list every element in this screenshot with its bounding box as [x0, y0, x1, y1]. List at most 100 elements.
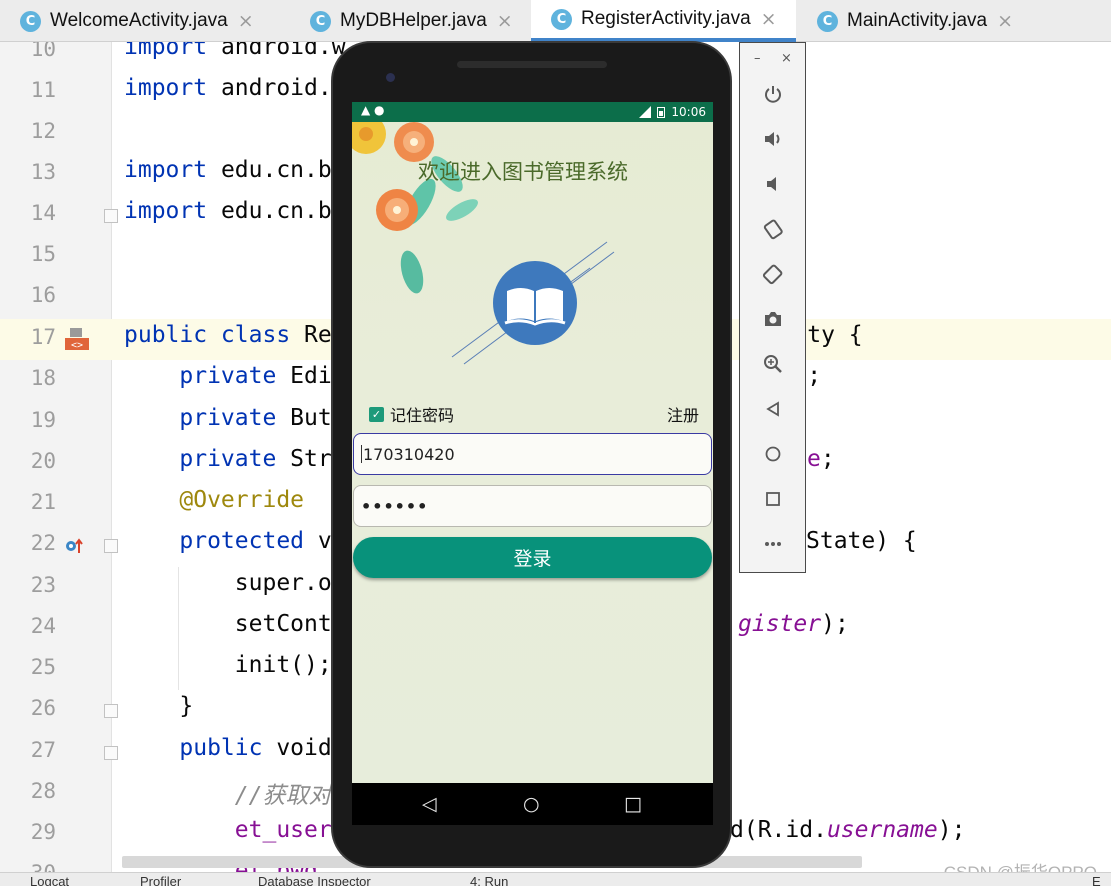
line-number: 22: [30, 531, 56, 555]
tab-mydbhelper[interactable]: C MyDBHelper.java ×: [290, 0, 530, 42]
line-number: 25: [30, 655, 56, 679]
book-logo-icon: [493, 261, 577, 345]
line-number: 21: [30, 490, 56, 514]
back-icon[interactable]: [760, 396, 786, 422]
nav-back-button[interactable]: ◁: [422, 793, 437, 815]
code-text: et_user: [124, 817, 332, 843]
home-icon[interactable]: [760, 441, 786, 467]
minimize-button[interactable]: –: [754, 51, 761, 66]
login-button[interactable]: 登录: [353, 537, 712, 578]
code-text: protected v: [124, 528, 332, 554]
zoom-icon[interactable]: [760, 351, 786, 377]
earpiece-speaker: [457, 61, 607, 68]
indent-guide: [178, 567, 179, 690]
line-number: 26: [30, 696, 56, 720]
nav-recents-button[interactable]: □: [624, 793, 642, 815]
volume-up-icon[interactable]: [760, 126, 786, 152]
line-number: 28: [30, 779, 56, 803]
rotate-right-icon[interactable]: [760, 261, 786, 287]
app-title: 欢迎进入图书管理系统: [418, 160, 628, 184]
remember-password-row[interactable]: ✓ 记住密码: [369, 402, 454, 426]
close-button[interactable]: ×: [781, 51, 792, 66]
code-text: import edu.cn.b: [124, 157, 332, 183]
line-number: 15: [30, 242, 56, 266]
phone-emulator: ▲ ● 10:06 欢迎进入图书管理系统 ✓ 记住密码 注册 170310420: [331, 41, 732, 868]
code-text: private Str: [124, 446, 332, 472]
clock-text: 10:06: [671, 105, 706, 119]
more-icon[interactable]: [760, 531, 786, 557]
line-number: 18: [30, 366, 56, 390]
tool-window-bar: Logcat Profiler Database Inspector 4: Ru…: [0, 872, 1111, 886]
tab-label: MainActivity.java: [847, 10, 988, 31]
code-text: private Edi: [124, 363, 332, 389]
code-text: private But: [124, 405, 332, 431]
android-navigation-bar: ◁ ○ □: [352, 783, 713, 825]
line-number: 23: [30, 573, 56, 597]
line-number: 19: [30, 408, 56, 432]
tab-label: RegisterActivity.java: [581, 8, 751, 29]
line-number: 29: [30, 820, 56, 844]
code-text-right: State) {: [806, 528, 917, 554]
register-link[interactable]: 注册: [667, 402, 699, 426]
signal-icon: [639, 106, 652, 118]
editor-tab-bar: C WelcomeActivity.java × C MyDBHelper.ja…: [0, 0, 1111, 42]
emulator-toolbar: – ×: [739, 42, 806, 573]
remember-password-checkbox[interactable]: ✓: [369, 406, 384, 422]
code-text: import android.w: [124, 42, 346, 60]
code-text: import android.: [124, 75, 332, 101]
line-number: 13: [30, 160, 56, 184]
tab-register-activity[interactable]: C RegisterActivity.java ×: [531, 0, 796, 42]
code-text: super.o: [124, 570, 332, 596]
tab-welcome-activity[interactable]: C WelcomeActivity.java ×: [0, 0, 290, 42]
code-text: import edu.cn.b: [124, 198, 332, 224]
code-text-right: gister);: [738, 611, 849, 637]
code-text: @Override: [124, 487, 305, 513]
line-number: 20: [30, 449, 56, 473]
fold-marker-icon[interactable]: [104, 539, 118, 553]
fold-marker-icon[interactable]: [104, 209, 118, 223]
nav-home-button[interactable]: ○: [523, 793, 540, 815]
tab-label: WelcomeActivity.java: [50, 10, 228, 31]
fold-marker-icon[interactable]: [104, 704, 118, 718]
logcat-tab[interactable]: Logcat: [30, 874, 69, 886]
username-input[interactable]: 170310420: [353, 433, 712, 475]
run-tab[interactable]: 4: Run: [470, 874, 508, 886]
event-log-tab[interactable]: E: [1092, 874, 1101, 886]
password-input[interactable]: ••••••: [353, 485, 712, 527]
camera-icon[interactable]: [760, 306, 786, 332]
rotate-left-icon[interactable]: [760, 216, 786, 242]
overview-icon[interactable]: [760, 486, 786, 512]
notification-icons: ▲ ●: [361, 103, 385, 117]
java-class-icon: C: [20, 10, 41, 32]
close-icon[interactable]: ×: [761, 8, 777, 30]
fold-marker-icon[interactable]: [104, 746, 118, 760]
android-status-bar: ▲ ● 10:06: [352, 102, 713, 122]
line-number: 14: [30, 201, 56, 225]
code-text: public class Re: [124, 322, 332, 348]
front-camera: [386, 73, 395, 82]
profiler-tab[interactable]: Profiler: [140, 874, 181, 886]
volume-down-icon[interactable]: [760, 171, 786, 197]
tab-main-activity[interactable]: C MainActivity.java ×: [797, 0, 1047, 42]
android-layout-icon[interactable]: <>: [64, 327, 90, 351]
status-indicators: 10:06: [639, 105, 706, 119]
override-marker-icon[interactable]: [64, 536, 84, 560]
code-comment: //获取对: [124, 783, 332, 809]
code-text-right: d(R.id.username);: [730, 817, 966, 843]
close-icon[interactable]: ×: [238, 10, 254, 32]
svg-text:<>: <>: [71, 340, 83, 351]
close-icon[interactable]: ×: [497, 10, 513, 32]
code-text: }: [124, 693, 194, 719]
power-icon[interactable]: [760, 81, 786, 107]
close-icon[interactable]: ×: [997, 10, 1013, 32]
tab-label: MyDBHelper.java: [340, 10, 487, 31]
text-cursor: [361, 445, 362, 463]
phone-screen[interactable]: ▲ ● 10:06 欢迎进入图书管理系统 ✓ 记住密码 注册 170310420: [352, 102, 713, 783]
line-number: 10: [30, 42, 56, 61]
line-number: 16: [30, 283, 56, 307]
line-number: 24: [30, 614, 56, 638]
code-text: public void: [124, 735, 332, 761]
line-number: 11: [30, 78, 56, 102]
database-inspector-tab[interactable]: Database Inspector: [258, 874, 371, 886]
line-number: 30: [0, 861, 56, 872]
